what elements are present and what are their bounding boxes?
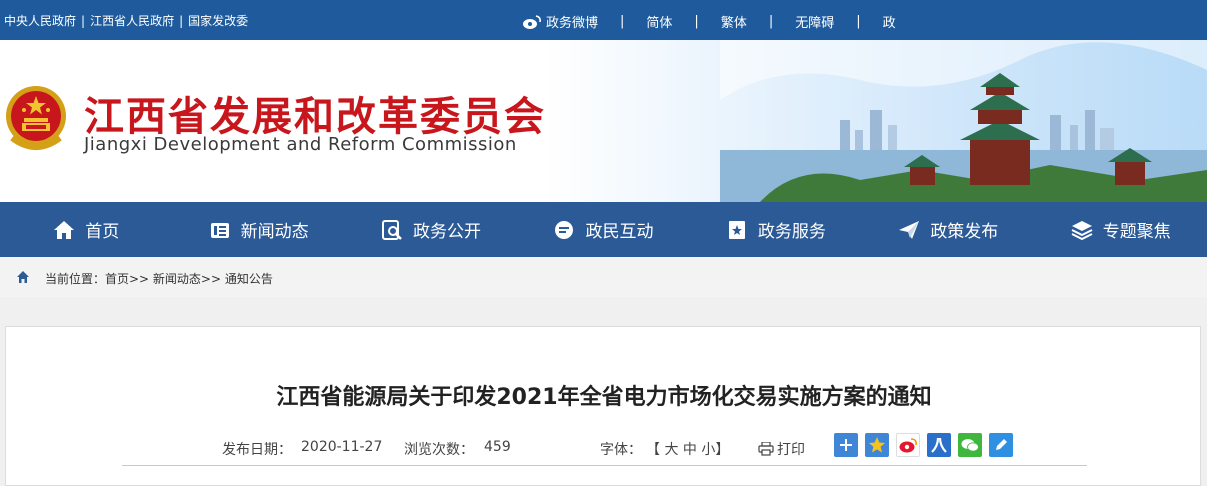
search-doc-icon: [382, 219, 402, 240]
top-links: 中央人民政府 | 江西省人民政府 | 国家发改委: [4, 12, 248, 29]
wechat-icon[interactable]: [958, 433, 982, 457]
home-icon: [17, 271, 29, 283]
link-central-gov[interactable]: 中央人民政府: [4, 14, 76, 28]
link-jiangxi-gov[interactable]: 江西省人民政府: [90, 14, 174, 28]
weibo-share-icon[interactable]: [896, 433, 920, 457]
nav-item-interaction[interactable]: 政民互动: [517, 202, 689, 257]
home-icon: [54, 220, 75, 239]
nav-label: 政务公开: [413, 222, 482, 242]
main-nav: 首页 新闻动态 政务公开 政民互动 政务服务 政策发布 专题聚焦: [0, 202, 1207, 257]
breadcrumb: 当前位置：首页>> 新闻动态>> 通知公告: [0, 257, 1207, 297]
separator: |: [856, 14, 861, 29]
separator: |: [81, 14, 86, 28]
weibo-label: 政务微博: [546, 16, 599, 31]
layers-icon: [1071, 220, 1093, 240]
weibo-link[interactable]: 政务微博: [522, 12, 598, 31]
meta-divider: [122, 465, 1087, 466]
site-title-en: Jiangxi Development and Reform Commissio…: [84, 134, 517, 155]
views-count: 459: [484, 439, 511, 455]
nav-label: 政策发布: [930, 222, 999, 242]
top-bar: 中央人民政府 | 江西省人民政府 | 国家发改委 政务微博 | 简体 | 繁体 | 无障…: [0, 0, 1207, 40]
traditional-link[interactable]: 繁体: [721, 12, 747, 31]
nav-item-topics[interactable]: 专题聚焦: [1035, 202, 1207, 257]
bookmark-star-icon: [728, 220, 745, 239]
publish-date: 2020-11-27: [301, 439, 383, 455]
separator: |: [620, 14, 625, 29]
national-emblem-icon: [6, 86, 66, 150]
separator: |: [694, 14, 699, 29]
breadcrumb-text[interactable]: 当前位置：首页>> 新闻动态>> 通知公告: [45, 270, 273, 287]
printer-icon: [758, 442, 774, 456]
accessibility-link[interactable]: 无障碍: [795, 12, 834, 31]
tengwang-pavilion-image: [720, 40, 1207, 202]
font-label: 字体：: [600, 442, 642, 458]
nav-label: 首页: [85, 222, 120, 242]
article-title: 江西省能源局关于印发2021年全省电力市场化交易实施方案的通知: [276, 385, 932, 410]
simplified-link[interactable]: 简体: [646, 12, 672, 31]
font-size-switch[interactable]: 【 大 中 小】: [646, 439, 729, 459]
chat-icon: [555, 220, 574, 239]
edit-icon[interactable]: [989, 433, 1013, 457]
print-label: 打印: [777, 442, 805, 458]
separator: |: [768, 14, 774, 29]
article-card: 江西省能源局关于印发2021年全省电力市场化交易实施方案的通知 发布日期： 20…: [5, 326, 1201, 486]
print-button[interactable]: 打印: [758, 439, 805, 459]
nav-item-home[interactable]: 首页: [0, 202, 172, 257]
top-right-links: 政务微博 | 简体 | 繁体 | 无障碍 | 政: [522, 12, 896, 31]
nav-item-services[interactable]: 政务服务: [690, 202, 862, 257]
gov-link[interactable]: 政: [883, 12, 896, 31]
nav-label: 政务服务: [757, 222, 826, 242]
news-icon: [210, 222, 229, 238]
share-plus-icon[interactable]: [834, 433, 858, 457]
nav-item-open-gov[interactable]: 政务公开: [345, 202, 517, 257]
site-header: 江西省发展和改革委员会 Jiangxi Development and Refo…: [0, 40, 1207, 202]
renren-icon[interactable]: [927, 433, 951, 457]
share-bar: [834, 433, 1020, 457]
views-label: 浏览次数：: [404, 442, 474, 458]
nav-label: 专题聚焦: [1102, 222, 1171, 242]
qzone-icon[interactable]: [865, 433, 889, 457]
paper-plane-icon: [899, 220, 920, 239]
weibo-icon: [523, 14, 541, 29]
link-ndrc[interactable]: 国家发改委: [188, 14, 248, 28]
nav-item-policy[interactable]: 政策发布: [862, 202, 1034, 257]
publish-label: 发布日期：: [222, 442, 292, 458]
nav-label: 政民互动: [585, 222, 654, 242]
nav-item-news[interactable]: 新闻动态: [172, 202, 344, 257]
separator: |: [179, 14, 184, 28]
nav-label: 新闻动态: [240, 222, 309, 242]
